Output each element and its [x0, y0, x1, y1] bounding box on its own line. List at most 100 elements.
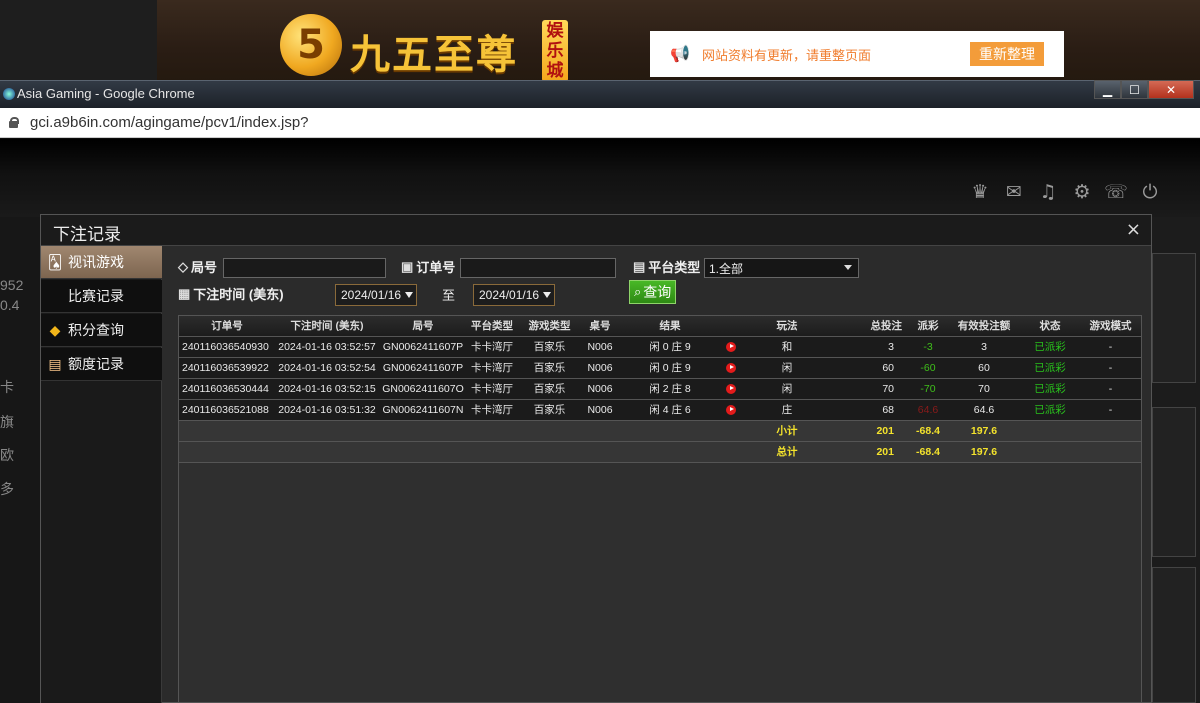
play-video-icon[interactable] [726, 362, 736, 373]
col-header-payout: 派彩 [908, 316, 948, 337]
bet-records-table: 订单号 下注时间 (美东) 局号 平台类型 游戏类型 桌号 结果 玩法 总投注 … [178, 315, 1142, 703]
music-icon[interactable]: ♫ [1036, 180, 1060, 204]
cell-status: 已派彩 [1034, 341, 1066, 353]
cell-status: 已派彩 [1034, 404, 1066, 416]
vip-icon[interactable]: ♛ [968, 180, 992, 204]
close-window-button[interactable]: ✕ [1148, 80, 1194, 99]
bet-record-modal: 下注记录 × 🂡 视讯游戏 比赛记录 ◆ 积分查询 ▤ 额度记录 ◇ 局号 ▣ … [40, 214, 1152, 703]
gear-icon[interactable]: ⚙ [1070, 180, 1094, 204]
col-header-platform: 平台类型 [467, 316, 517, 337]
cell-order: 240116036521088 [182, 403, 269, 416]
cell-order: 240116036530444 [182, 382, 269, 395]
sidebar-item-points[interactable]: ◆ 积分查询 [41, 314, 162, 347]
power-icon[interactable]: ⏻ [1138, 180, 1162, 204]
date-to-value: 2024/01/16 [479, 288, 540, 302]
cell-time: 2024-01-16 03:52:15 [278, 382, 376, 395]
sidebar-item-label: 额度记录 [68, 356, 124, 372]
search-icon: ⌕ [634, 284, 642, 299]
col-header-video [722, 316, 740, 337]
bg-score: 0.4 [0, 297, 20, 313]
total-row: 总计 201 -68.4 197.6 [179, 441, 1141, 462]
cell-video [722, 399, 740, 420]
play-video-icon[interactable] [726, 383, 736, 394]
sidebar-item-match-records[interactable]: 比赛记录 [41, 280, 162, 313]
cell-result: 闲 0 庄 9 [649, 341, 691, 353]
game-toolbar: ♛ ✉ ♫ ⚙ ☏ ⏻ [968, 180, 1162, 204]
col-header-play: 玩法 [740, 316, 834, 337]
cell-play: 和 [781, 341, 793, 353]
background-right-panel [1150, 217, 1200, 703]
logo-tag-char: 城 [546, 61, 564, 81]
query-button[interactable]: ⌕ 查询 [629, 280, 677, 304]
address-bar[interactable]: gci.a9b6in.com/agingame/pcv1/index.jsp? [0, 108, 1200, 138]
round-label: ◇ 局号 [178, 257, 217, 276]
record-sidebar: 🂡 视讯游戏 比赛记录 ◆ 积分查询 ▤ 额度记录 [41, 246, 162, 703]
sidebar-item-credit-records[interactable]: ▤ 额度记录 [41, 348, 162, 381]
cell-time: 2024-01-16 03:52:57 [278, 340, 376, 353]
chat-icon[interactable]: ✉ [1002, 180, 1026, 204]
window-titlebar[interactable]: Asia Gaming - Google Chrome [0, 80, 1200, 108]
subtotal-valid: 197.6 [970, 424, 998, 437]
lock-icon [8, 117, 19, 128]
cell-video [722, 357, 740, 378]
cell-platform: 卡卡湾厅 [471, 383, 513, 395]
round-label-text: 局号 [191, 260, 218, 275]
col-header-valid: 有效投注额 [948, 316, 1020, 337]
table-row[interactable]: 240116036539922 2024-01-16 03:52:54 GN00… [179, 357, 1141, 378]
subtotal-row: 小计 201 -68.4 197.6 [179, 420, 1141, 441]
sidebar-item-label: 视讯游戏 [68, 254, 124, 270]
cell-platform: 卡卡湾厅 [471, 341, 513, 353]
cell-valid: 64.6 [973, 403, 995, 416]
query-button-label: 查询 [643, 284, 672, 300]
time-label: ▦ 下注时间 (美东) [178, 284, 284, 303]
url-text[interactable]: gci.a9b6in.com/agingame/pcv1/index.jsp? [30, 114, 309, 131]
order-label-text: 订单号 [416, 260, 456, 275]
sidebar-item-live-games[interactable]: 🂡 视讯游戏 [41, 246, 162, 279]
bg-menu-item: 欧 [0, 447, 14, 463]
date-to-picker[interactable]: 2024/01/16 [473, 284, 555, 306]
background-sidebar: 952 0.4 卡 旗 欧 多 [0, 217, 42, 703]
date-from-picker[interactable]: 2024/01/16 [335, 284, 417, 306]
table-row[interactable]: 240116036521088 2024-01-16 03:51:32 GN00… [179, 399, 1141, 420]
cell-bet: 60 [882, 361, 894, 374]
logo-tag-char: 乐 [546, 41, 564, 61]
cell-game: 百家乐 [533, 341, 566, 353]
cell-result: 闲 2 庄 8 [649, 383, 691, 395]
cell-table: N006 [587, 340, 613, 353]
play-video-icon[interactable] [726, 404, 736, 415]
cell-result: 闲 0 庄 9 [649, 362, 691, 374]
order-input[interactable] [460, 258, 616, 278]
cell-play: 庄 [781, 404, 793, 416]
total-label: 总计 [776, 446, 798, 458]
platform-label-text: 平台类型 [648, 260, 701, 275]
play-video-icon[interactable] [726, 341, 736, 352]
cell-bet: 68 [882, 403, 894, 416]
cell-bet: 3 [888, 340, 894, 353]
cell-valid: 70 [978, 382, 990, 395]
calendar-icon: ▦ [178, 285, 191, 301]
close-icon[interactable]: × [1126, 219, 1141, 240]
to-label: 至 [442, 288, 456, 303]
platform-label: ▤ 平台类型 [633, 257, 700, 276]
date-from-value: 2024/01/16 [341, 288, 402, 302]
subtotal-bet: 201 [876, 424, 894, 437]
round-input[interactable] [223, 258, 386, 278]
table-row[interactable]: 240116036530444 2024-01-16 03:52:15 GN00… [179, 378, 1141, 399]
refresh-button[interactable]: 重新整理 [970, 42, 1044, 66]
table-row[interactable]: 240116036540930 2024-01-16 03:52:57 GN00… [179, 336, 1141, 357]
game-header [0, 139, 1200, 217]
cell-payout: -70 [920, 382, 936, 395]
col-header-time: 下注时间 (美东) [275, 316, 379, 337]
chevron-down-icon [844, 265, 852, 270]
cell-time: 2024-01-16 03:51:32 [278, 403, 376, 416]
modal-header: 下注记录 × [41, 215, 1151, 246]
message-icon[interactable]: ☏ [1104, 180, 1128, 204]
bg-table-card [1152, 253, 1196, 383]
minimize-button[interactable]: ▁ [1094, 80, 1121, 99]
col-header-table: 桌号 [582, 316, 618, 337]
maximize-button[interactable]: ☐ [1121, 80, 1148, 99]
cell-video [722, 336, 740, 357]
platform-select[interactable]: 1.全部 [704, 258, 859, 278]
cell-payout: -3 [923, 340, 933, 353]
cell-play: 闲 [781, 383, 793, 395]
